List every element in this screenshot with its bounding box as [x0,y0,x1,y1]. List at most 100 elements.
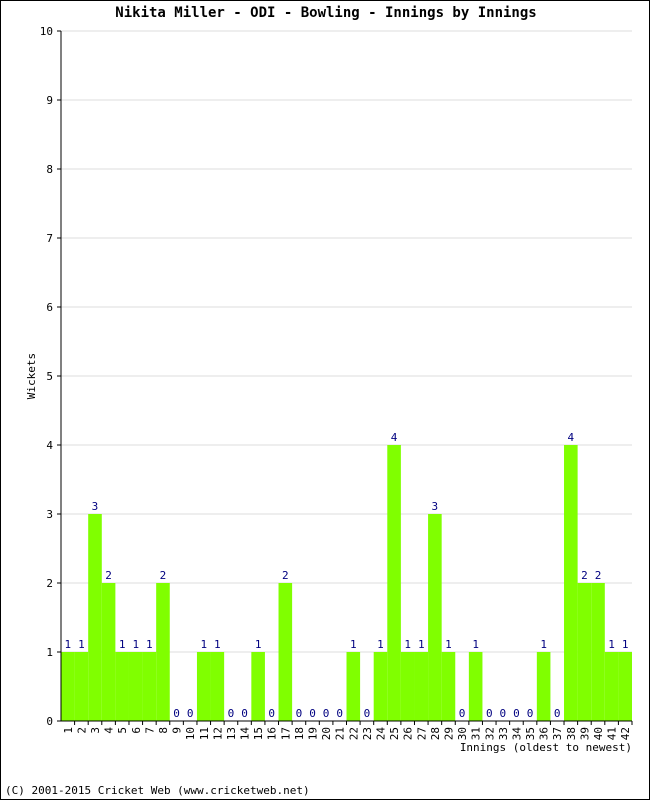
x-tick-label: 5 [116,727,129,734]
data-label: 1 [377,638,384,651]
data-label: 0 [296,707,303,720]
data-label: 0 [309,707,316,720]
bar [210,652,225,721]
y-tick-label: 7 [46,232,53,245]
data-label: 0 [500,707,507,720]
x-tick-label: 17 [279,727,292,740]
bar [115,652,129,721]
bar [577,583,592,721]
x-tick-label: 26 [402,727,415,740]
bar [414,652,429,721]
x-tick-label: 27 [415,727,428,740]
bar [604,652,619,721]
x-tick-label: 4 [103,727,116,734]
x-tick-label: 20 [320,727,333,740]
data-label: 2 [581,569,588,582]
data-label: 0 [459,707,466,720]
y-tick-label: 5 [46,370,53,383]
data-label: 0 [268,707,275,720]
y-tick-label: 8 [46,163,53,176]
data-label: 0 [323,707,330,720]
x-tick-label: 11 [198,727,211,740]
bar [278,583,293,721]
data-label: 2 [105,569,112,582]
x-tick-label: 9 [171,727,184,734]
bar [591,583,605,721]
x-tick-label: 31 [470,727,483,740]
bar [128,652,143,721]
bar [564,445,578,721]
x-tick-label: 8 [157,727,170,734]
data-label: 2 [160,569,167,582]
data-label: 1 [404,638,411,651]
bar [142,652,157,721]
data-label: 2 [282,569,289,582]
data-label: 1 [146,638,153,651]
x-tick-label: 34 [510,727,523,741]
data-label: 0 [241,707,248,720]
data-label: 1 [622,638,629,651]
bar [536,652,551,721]
bar [373,652,388,721]
x-tick-label: 1 [62,727,75,734]
bar [61,652,75,721]
x-tick-label: 32 [483,727,496,740]
bar [400,652,415,721]
bar [428,514,442,721]
data-label: 3 [92,500,99,513]
x-tick-label: 41 [606,727,619,740]
x-axis-label: Innings (oldest to newest) [460,741,632,754]
x-tick-label: 19 [307,727,320,740]
data-label: 0 [336,707,343,720]
y-tick-label: 9 [46,94,53,107]
data-label: 1 [540,638,547,651]
x-tick-label: 2 [75,727,88,734]
data-label: 1 [608,638,615,651]
data-label: 1 [350,638,357,651]
bar [346,652,361,721]
bar [618,652,632,721]
y-tick-label: 2 [46,577,53,590]
x-tick-label: 24 [374,727,387,741]
x-tick-label: 10 [184,727,197,740]
data-label: 1 [78,638,85,651]
data-label: 3 [432,500,439,513]
data-label: 0 [173,707,180,720]
data-label: 0 [228,707,235,720]
bar [251,652,265,721]
y-tick-label: 1 [46,646,53,659]
bar [156,583,170,721]
data-label: 0 [364,707,371,720]
bar [387,445,401,721]
y-tick-label: 10 [40,25,53,38]
copyright-text: (C) 2001-2015 Cricket Web (www.cricketwe… [5,784,310,797]
x-tick-label: 38 [565,727,578,740]
data-label: 1 [132,638,139,651]
data-label: 0 [486,707,493,720]
data-label: 0 [187,707,194,720]
bar-chart: 0123456789101112332415161728090101111120… [25,25,633,754]
x-tick-label: 14 [239,727,252,741]
bar [74,652,89,721]
data-label: 0 [554,707,561,720]
bar [441,652,456,721]
data-label: 4 [568,431,575,444]
data-label: 1 [255,638,262,651]
y-tick-label: 4 [46,439,53,452]
x-tick-label: 37 [551,727,564,740]
bar [101,583,116,721]
bar [196,652,211,721]
x-tick-label: 29 [442,727,455,740]
x-tick-label: 25 [388,727,401,740]
x-tick-label: 22 [347,727,360,740]
chart-container: Nikita Miller - ODI - Bowling - Innings … [0,0,650,800]
x-tick-label: 13 [225,727,238,740]
y-tick-label: 3 [46,508,53,521]
x-tick-label: 6 [130,727,143,734]
data-label: 1 [119,638,126,651]
x-tick-label: 3 [89,727,102,734]
y-tick-label: 0 [46,715,53,728]
bar [468,652,483,721]
x-tick-label: 33 [497,727,510,740]
x-tick-label: 18 [293,727,306,740]
